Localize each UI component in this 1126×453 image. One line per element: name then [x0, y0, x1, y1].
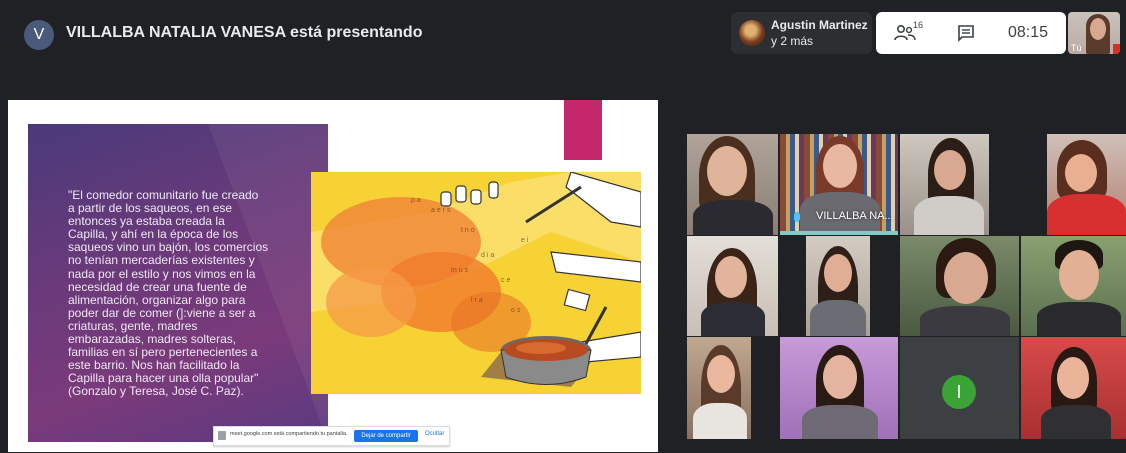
- tile-body: [693, 403, 747, 439]
- participant-tile[interactable]: [900, 236, 1019, 336]
- tile-body: [693, 200, 773, 235]
- tile-face: [1057, 357, 1089, 399]
- participant-more: y 2 más: [771, 34, 814, 48]
- tile-face: [1059, 250, 1099, 300]
- screen-share-bar: meet.google.com está compartiendo tu pan…: [213, 426, 450, 446]
- participant-tile[interactable]: [900, 134, 989, 235]
- tile-face: [944, 252, 988, 304]
- stop-sharing-button[interactable]: Dejar de compartir: [354, 430, 418, 442]
- self-view-face: [1090, 18, 1106, 40]
- tile-body: [920, 306, 1010, 336]
- participant-tile[interactable]: [687, 134, 778, 235]
- participant-initial-avatar: I: [942, 375, 976, 409]
- hide-share-bar-button[interactable]: Ocultar: [425, 431, 444, 437]
- svg-text:m u s: m u s: [451, 267, 469, 274]
- participant-tile[interactable]: [1021, 337, 1126, 439]
- svg-text:a e r s: a e r s: [431, 207, 451, 214]
- meeting-clock: 08:15: [1008, 24, 1049, 41]
- tile-body: [802, 405, 878, 439]
- svg-text:e i: e i: [521, 237, 529, 244]
- svg-text:c e: c e: [501, 277, 510, 284]
- share-bar-icon: [218, 431, 226, 440]
- tile-body: [1041, 405, 1111, 439]
- participant-name: Agustin Martinez: [771, 18, 868, 32]
- presenter-avatar: V: [24, 20, 54, 50]
- tile-body: [914, 196, 984, 235]
- participants-count: 16: [913, 20, 924, 30]
- top-bar: V VILLALBA NATALIA VANESA está presentan…: [0, 0, 1126, 100]
- self-view-label: Tú: [1071, 43, 1082, 53]
- tile-face: [715, 256, 747, 298]
- tile-face: [823, 144, 857, 188]
- slide-quote-text: "El comedor comunitario fue creado a par…: [68, 188, 269, 399]
- tile-body: [810, 300, 866, 336]
- svg-text:d i a: d i a: [481, 252, 494, 259]
- active-speaker-highlight: [780, 231, 898, 235]
- tile-face: [823, 355, 857, 399]
- self-view-thumbnail[interactable]: Tú: [1068, 12, 1120, 54]
- self-view-indicator: [1113, 44, 1120, 54]
- tile-body: [1047, 194, 1126, 235]
- tile-face: [934, 150, 966, 190]
- svg-text:o s: o s: [511, 307, 521, 314]
- participant-grid: VILLALBA NA... I: [658, 134, 1126, 439]
- svg-text:t n o: t n o: [461, 227, 475, 234]
- participant-tile-avatar[interactable]: I: [900, 337, 1019, 439]
- slide-accent-bar: [564, 100, 602, 160]
- chat-icon[interactable]: [957, 24, 975, 42]
- participant-avatar: [739, 20, 765, 46]
- tile-participant-name: VILLALBA NA...: [816, 210, 894, 222]
- tile-face: [707, 146, 747, 196]
- svg-text:l r a: l r a: [471, 297, 483, 304]
- meeting-controls: 16 08:15: [876, 12, 1066, 54]
- tile-face: [824, 254, 852, 292]
- participant-tile[interactable]: [806, 236, 870, 336]
- participant-tile[interactable]: [1021, 236, 1126, 336]
- tile-face: [1065, 154, 1097, 192]
- tile-body: [1037, 302, 1121, 336]
- presenter-title: VILLALBA NATALIA VANESA está presentando: [66, 24, 423, 41]
- tile-body: [701, 302, 765, 336]
- participant-tile-featured[interactable]: VILLALBA NA...: [780, 134, 898, 235]
- share-bar-message: meet.google.com está compartiendo tu pan…: [230, 431, 348, 437]
- presentation-slide: "El comedor comunitario fue creado a par…: [8, 100, 658, 452]
- slide-illustration: a e r s t n o d i a m u s c e l r a o s p a e …: [311, 172, 641, 394]
- participant-tile[interactable]: [687, 236, 778, 336]
- participant-tile[interactable]: [780, 337, 898, 439]
- tile-face: [707, 355, 735, 393]
- svg-text:p a: p a: [411, 197, 421, 204]
- participant-tile[interactable]: [687, 337, 751, 439]
- people-chip[interactable]: Agustin Martinez y 2 más: [731, 12, 872, 54]
- speaking-mic-icon: [794, 212, 800, 222]
- participant-tile[interactable]: [1047, 134, 1126, 235]
